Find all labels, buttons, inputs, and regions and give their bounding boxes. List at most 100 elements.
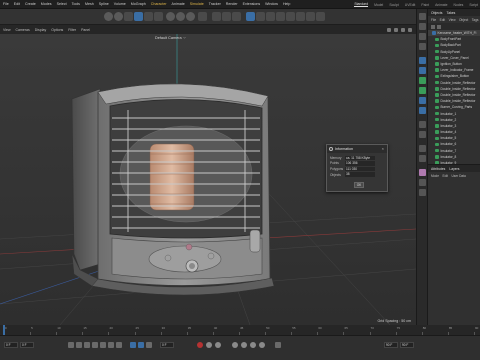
z-axis-icon[interactable] — [186, 12, 195, 21]
tab-attributes[interactable]: Attributes — [431, 167, 445, 171]
x-axis-icon[interactable] — [166, 12, 175, 21]
menu-item-render[interactable]: Render — [226, 2, 238, 6]
menu-item-help[interactable]: Help — [283, 2, 290, 6]
layers-icon[interactable] — [419, 189, 426, 196]
menu-item-animate[interactable]: Animate — [172, 2, 185, 6]
floor-icon[interactable] — [296, 12, 305, 21]
ok-button[interactable]: OK — [354, 182, 364, 188]
previous-key-icon[interactable] — [76, 342, 82, 348]
scale-key-icon[interactable] — [241, 342, 247, 348]
play-icon[interactable] — [92, 342, 98, 348]
preview-range-icon[interactable] — [138, 342, 144, 348]
viewport-menu-panel[interactable]: Panel — [81, 28, 90, 32]
move-view-icon[interactable] — [387, 27, 391, 32]
next-key-icon[interactable] — [108, 342, 114, 348]
keyframe-selection-icon[interactable] — [215, 342, 221, 348]
end-frame-field[interactable]: 90 F — [400, 342, 414, 348]
solo-icon[interactable] — [419, 97, 426, 104]
light-icon[interactable] — [316, 12, 325, 21]
viewport-menu-cameras[interactable]: Cameras — [16, 28, 30, 32]
close-icon[interactable]: × — [382, 146, 384, 151]
position-key-icon[interactable] — [232, 342, 238, 348]
loop-icon[interactable] — [130, 342, 136, 348]
brush-icon[interactable] — [419, 131, 426, 138]
magnet-icon[interactable] — [419, 145, 426, 152]
parameter-key-icon[interactable] — [259, 342, 265, 348]
enable-axis-icon[interactable] — [419, 57, 426, 64]
rotate-tool-icon[interactable] — [154, 12, 163, 21]
workplane-icon[interactable] — [419, 87, 426, 94]
menu-item-file[interactable]: File — [3, 2, 9, 6]
sculpt-icon[interactable] — [419, 121, 426, 128]
menu-item-simulate[interactable]: Simulate — [190, 2, 204, 6]
search-icon[interactable] — [431, 24, 435, 29]
fps-field[interactable]: 0 F — [160, 342, 174, 348]
y-axis-icon[interactable] — [176, 12, 185, 21]
tab-layers[interactable]: Layers — [449, 167, 459, 171]
timeline-ruler[interactable]: 0 5 10 15 20 25 30 35 40 45 50 55 60 65 70 75 80 85 90 — [0, 325, 480, 335]
menu-item-modes[interactable]: Modes — [41, 2, 52, 6]
object-menu-view[interactable]: View — [449, 18, 456, 22]
menu-item-mesh[interactable]: Mesh — [85, 2, 94, 6]
menu-item-tools[interactable]: Tools — [72, 2, 80, 6]
menu-item-mograph[interactable]: MoGraph — [131, 2, 146, 6]
layout-tab-paint[interactable]: Paint — [421, 3, 429, 7]
auto-key-icon[interactable] — [206, 342, 212, 348]
xref-icon[interactable] — [419, 169, 426, 176]
redo-icon[interactable] — [114, 12, 123, 21]
model-mode-icon[interactable] — [419, 13, 426, 20]
attributes-menu-mode[interactable]: Mode — [431, 174, 439, 178]
layout-tab-script[interactable]: Script — [469, 3, 478, 7]
layout-tab-nodes[interactable]: Nodes — [454, 3, 464, 7]
menu-item-select[interactable]: Select — [57, 2, 67, 6]
texture-mode-icon[interactable] — [419, 77, 426, 84]
menu-item-spline[interactable]: Spline — [99, 2, 109, 6]
keyframe-mode-icon[interactable] — [146, 342, 152, 348]
live-selection-icon[interactable] — [124, 12, 133, 21]
cloner-icon[interactable] — [276, 12, 285, 21]
menu-item-volume[interactable]: Volume — [114, 2, 126, 6]
go-to-start-icon[interactable] — [68, 342, 74, 348]
camera-icon[interactable] — [306, 12, 315, 21]
menu-item-extensions[interactable]: Extensions — [243, 2, 261, 6]
tab-takes[interactable]: Takes — [447, 11, 456, 15]
object-menu-edit[interactable]: Edit — [440, 18, 446, 22]
cube-icon[interactable] — [246, 12, 255, 21]
deformer-icon[interactable] — [286, 12, 295, 21]
render-view-icon[interactable] — [212, 12, 221, 21]
filter-icon[interactable] — [437, 24, 441, 29]
layout-tab-standard[interactable]: Standard — [354, 2, 369, 7]
viewport-menu-view[interactable]: View — [3, 28, 11, 32]
current-frame-field[interactable]: 0 F — [4, 342, 18, 348]
record-icon[interactable] — [197, 342, 203, 348]
attributes-menu-user-data[interactable]: User Data — [451, 174, 465, 178]
undo-icon[interactable] — [104, 12, 113, 21]
switch-view-icon[interactable] — [408, 27, 412, 32]
go-to-end-icon[interactable] — [116, 342, 122, 348]
lock-icon[interactable] — [419, 179, 426, 186]
menu-item-character[interactable]: Character — [151, 2, 167, 6]
edges-mode-icon[interactable] — [419, 33, 426, 40]
quantize-icon[interactable] — [419, 107, 426, 114]
render-settings-icon[interactable] — [232, 12, 241, 21]
points-mode-icon[interactable] — [419, 23, 426, 30]
object-menu-tags[interactable]: Tags — [472, 18, 479, 22]
min-frame-field[interactable]: 90 F — [384, 342, 398, 348]
layout-tab-animate[interactable]: Animate — [435, 3, 447, 7]
viewport-menu-filter[interactable]: Filter — [68, 28, 76, 32]
pen-icon[interactable] — [256, 12, 265, 21]
next-frame-icon[interactable] — [100, 342, 106, 348]
viewport-menu-display[interactable]: Display — [35, 28, 46, 32]
menu-item-window[interactable]: Window — [265, 2, 278, 6]
menu-item-create[interactable]: Create — [25, 2, 36, 6]
start-frame-field[interactable]: 0 F — [20, 342, 34, 348]
knife-icon[interactable] — [419, 155, 426, 162]
coordinate-system-icon[interactable] — [198, 12, 207, 21]
rotation-key-icon[interactable] — [250, 342, 256, 348]
layout-tab-sculpt[interactable]: Sculpt — [389, 3, 398, 7]
snap-icon[interactable] — [419, 67, 426, 74]
playhead[interactable] — [3, 325, 5, 335]
viewport-menu-options[interactable]: Options — [51, 28, 63, 32]
subdivision-icon[interactable] — [266, 12, 275, 21]
rotate-view-icon[interactable] — [401, 27, 405, 32]
